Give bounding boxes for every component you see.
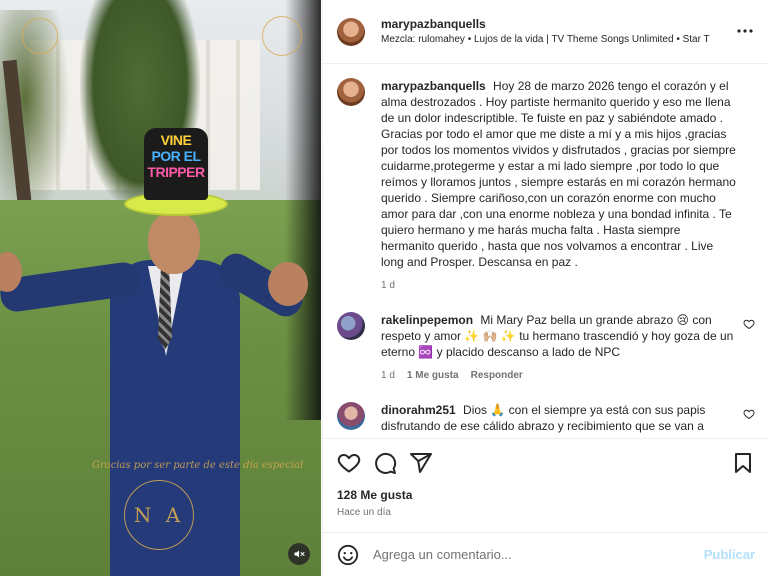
comment-time[interactable]: 1 d — [381, 368, 395, 384]
comment-reply-button[interactable]: Responder — [471, 368, 523, 384]
comment-like-icon[interactable] — [743, 408, 755, 420]
share-icon[interactable] — [409, 451, 433, 475]
media-monogram: N A — [124, 480, 194, 550]
comment-icon[interactable] — [373, 451, 397, 475]
comment-avatar[interactable] — [337, 312, 365, 340]
hat-line-2: POR EL — [151, 148, 201, 164]
hat-text: VINE POR EL TRIPPER — [144, 132, 208, 180]
media-watermark: Gracias por ser parte de este día especi… — [92, 460, 304, 471]
comment-item: rakelinpepemon Mi Mary Paz bella un gran… — [337, 312, 755, 384]
author-meta: marypazbanquells Mezcla: rulomahey • Luj… — [381, 16, 751, 48]
publish-button[interactable]: Publicar — [704, 547, 755, 562]
comments-list[interactable]: marypazbanquells Hoy 28 de marzo 2026 te… — [323, 64, 768, 438]
hat-line-3: TRIPPER — [147, 164, 205, 180]
likes-count[interactable]: 128 Me gusta — [323, 487, 768, 503]
comment-body: dinorahm251 Dios 🙏 con el siempre ya est… — [381, 402, 737, 434]
heart-icon[interactable] — [337, 451, 361, 475]
comment-username[interactable]: rakelinpepemon — [381, 313, 473, 327]
post-time[interactable]: Hace un día — [323, 503, 768, 518]
right-hand — [268, 262, 308, 306]
emoji-icon[interactable] — [337, 544, 359, 566]
post-header: marypazbanquells Mezcla: rulomahey • Luj… — [323, 0, 768, 64]
ornament-top-right — [262, 16, 302, 56]
caption-username[interactable]: marypazbanquells — [381, 79, 486, 93]
bookmark-icon[interactable] — [731, 451, 755, 475]
caption-avatar[interactable] — [337, 78, 365, 106]
more-horizontal-icon — [737, 29, 753, 33]
caption-body: marypazbanquells Hoy 28 de marzo 2026 te… — [381, 78, 737, 294]
author-avatar[interactable] — [337, 17, 365, 46]
action-icons — [323, 439, 768, 487]
comment-like-icon[interactable] — [743, 318, 755, 330]
mute-button[interactable] — [288, 543, 310, 565]
comment-item: dinorahm251 Dios 🙏 con el siempre ya est… — [337, 402, 755, 434]
hat-line-1: VINE — [160, 132, 192, 148]
post-actions: 128 Me gusta Hace un día — [323, 438, 768, 546]
caption: marypazbanquells Hoy 28 de marzo 2026 te… — [337, 78, 755, 294]
comment-meta: 1 d 1 Me gusta Responder — [381, 368, 737, 384]
ornament-top-left — [22, 18, 58, 54]
caption-text: Hoy 28 de marzo 2026 tengo el corazón y … — [381, 79, 736, 269]
author-username[interactable]: marypazbanquells — [381, 16, 751, 32]
post-media[interactable]: VINE POR EL TRIPPER Gracias por ser part… — [0, 0, 321, 576]
comment-input[interactable] — [373, 547, 693, 562]
post-details-panel: marypazbanquells Mezcla: rulomahey • Luj… — [322, 0, 768, 576]
comment-body: rakelinpepemon Mi Mary Paz bella un gran… — [381, 312, 737, 384]
face — [148, 212, 200, 274]
music-info[interactable]: Mezcla: rulomahey • Lujos de la vida | T… — [381, 32, 751, 48]
speaker-muted-icon — [294, 550, 305, 558]
caption-meta: 1 d — [381, 278, 737, 294]
more-options-button[interactable] — [736, 22, 754, 40]
add-comment-bar: Publicar — [323, 532, 768, 576]
comment-avatar[interactable] — [337, 402, 365, 430]
comment-likes[interactable]: 1 Me gusta — [407, 368, 459, 384]
comment-username[interactable]: dinorahm251 — [381, 403, 456, 417]
caption-time[interactable]: 1 d — [381, 278, 395, 294]
